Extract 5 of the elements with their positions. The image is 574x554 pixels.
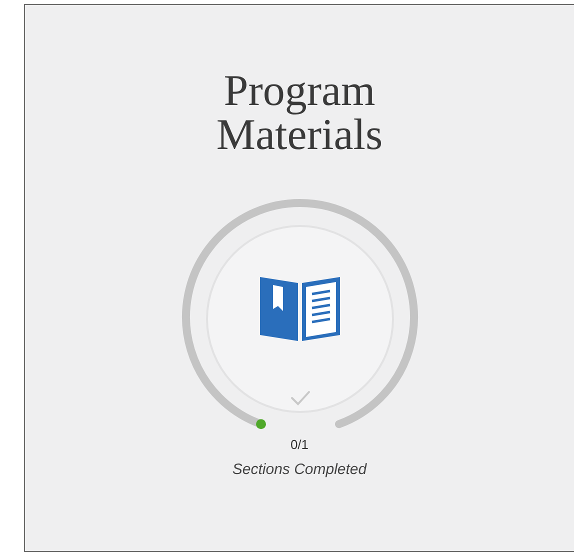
card-title: Program Materials — [215, 69, 384, 157]
progress-label: Sections Completed — [232, 461, 367, 479]
progress-count: 0/1 — [290, 437, 309, 453]
progress-dot — [256, 419, 266, 430]
open-book-icon — [260, 277, 340, 341]
